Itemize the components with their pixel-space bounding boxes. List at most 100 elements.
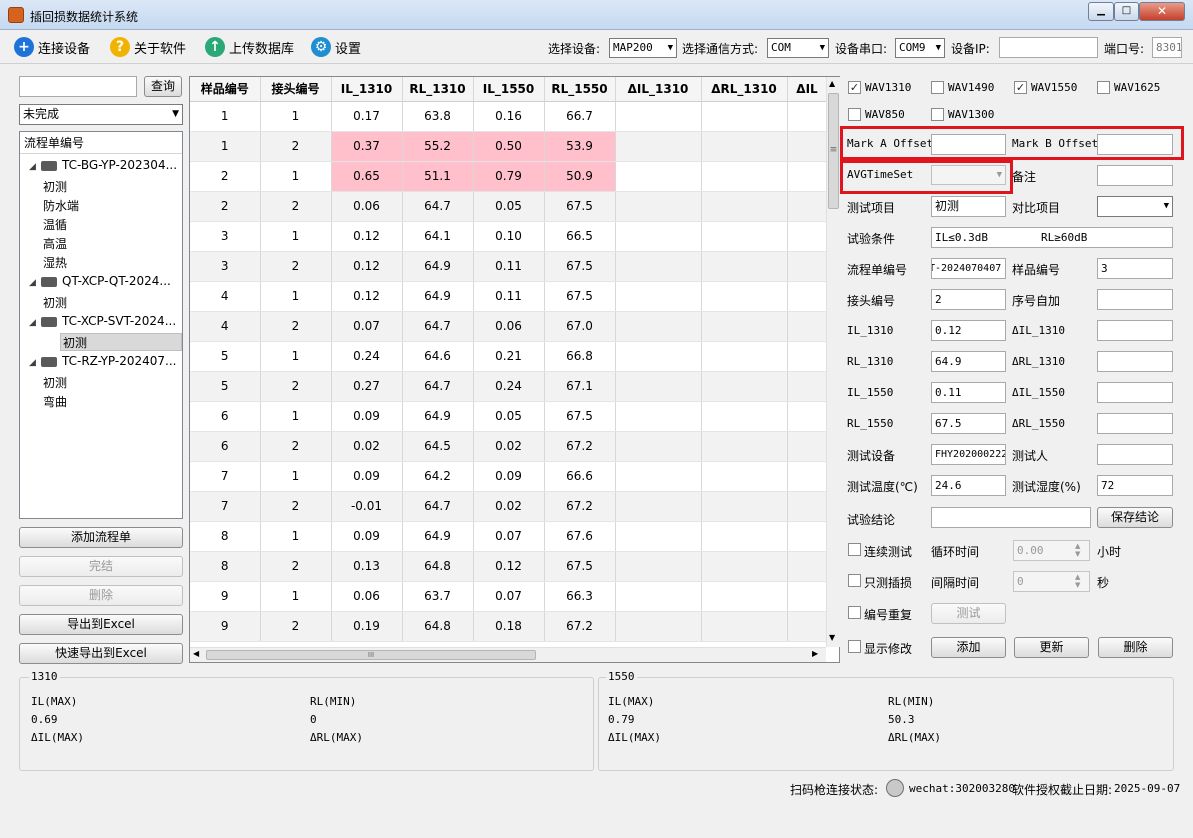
table-cell[interactable]	[787, 101, 828, 132]
table-cell[interactable]: 64.7	[402, 311, 474, 342]
table-cell[interactable]	[787, 191, 828, 222]
table-cell[interactable]	[615, 491, 702, 522]
table-cell[interactable]: 1	[260, 221, 332, 252]
column-header[interactable]: 样品编号	[190, 77, 261, 102]
comm-mode-select[interactable]: COM ▼	[767, 38, 829, 58]
column-header[interactable]: ΔRL_1310	[701, 77, 788, 102]
table-cell[interactable]	[701, 581, 788, 612]
table-cell[interactable]: 66.8	[544, 341, 616, 372]
table-cell[interactable]: 5	[190, 371, 261, 402]
table-cell[interactable]: 67.5	[544, 401, 616, 432]
table-row[interactable]: 7 2 -0.01 64.7 0.02 67.2	[190, 491, 828, 522]
table-cell[interactable]: 51.1	[402, 161, 474, 192]
search-input[interactable]	[19, 76, 137, 97]
expand-icon[interactable]: ◢	[29, 278, 41, 288]
flow-number-input[interactable]: T-2024070407	[931, 258, 1006, 279]
scroll-down-icon[interactable]: ▼	[829, 633, 835, 642]
table-cell[interactable]: 5	[190, 341, 261, 372]
test-condition-input[interactable]: IL≤0.3dB RL≥60dB	[931, 227, 1173, 248]
mark-a-offset-input[interactable]	[931, 134, 1006, 155]
table-cell[interactable]	[787, 431, 828, 462]
table-row[interactable]: 7 1 0.09 64.2 0.09 66.6	[190, 461, 828, 492]
serial-port-select[interactable]: COM9 ▼	[895, 38, 945, 58]
status-filter-select[interactable]: 未完成 ▼	[19, 104, 183, 125]
device-ip-input[interactable]	[999, 37, 1098, 58]
tree-child-selected[interactable]: 初测	[60, 333, 182, 351]
delta-il1550-input[interactable]	[1097, 382, 1173, 403]
wav-checkbox[interactable]	[931, 81, 944, 94]
wav-checkbox[interactable]	[931, 108, 944, 121]
export-excel-button[interactable]: 导出到Excel	[19, 614, 183, 635]
table-cell[interactable]: 66.3	[544, 581, 616, 612]
table-cell[interactable]	[615, 551, 702, 582]
table-cell[interactable]: 0.02	[473, 431, 545, 462]
table-cell[interactable]	[701, 191, 788, 222]
table-cell[interactable]	[701, 401, 788, 432]
tree-child[interactable]: 湿热	[43, 254, 67, 271]
table-cell[interactable]: 63.7	[402, 581, 474, 612]
table-cell[interactable]	[615, 101, 702, 132]
table-cell[interactable]	[701, 251, 788, 282]
table-row[interactable]: 3 2 0.12 64.9 0.11 67.5	[190, 251, 828, 282]
table-cell[interactable]: 64.7	[402, 371, 474, 402]
table-cell[interactable]: 2	[260, 131, 332, 162]
settings-button[interactable]: ⚙ 设置	[311, 36, 361, 58]
tree-child[interactable]: 温循	[43, 216, 67, 233]
table-cell[interactable]: 2	[260, 371, 332, 402]
table-cell[interactable]	[615, 611, 702, 642]
table-cell[interactable]: -0.01	[331, 491, 403, 522]
table-cell[interactable]	[615, 131, 702, 162]
tree-child[interactable]: 防水端	[43, 197, 79, 214]
table-cell[interactable]	[701, 341, 788, 372]
table-cell[interactable]: 1	[190, 101, 261, 132]
table-cell[interactable]: 6	[190, 431, 261, 462]
table-cell[interactable]: 63.8	[402, 101, 474, 132]
sample-number-input[interactable]: 3	[1097, 258, 1173, 279]
table-cell[interactable]: 67.0	[544, 311, 616, 342]
table-cell[interactable]	[615, 371, 702, 402]
table-cell[interactable]	[615, 191, 702, 222]
table-cell[interactable]: 0.02	[473, 491, 545, 522]
table-row[interactable]: 1 2 0.37 55.2 0.50 53.9	[190, 131, 828, 162]
table-cell[interactable]: 0.18	[473, 611, 545, 642]
table-cell[interactable]: 0.07	[473, 581, 545, 612]
table-cell[interactable]: 67.5	[544, 281, 616, 312]
table-cell[interactable]: 53.9	[544, 131, 616, 162]
table-cell[interactable]: 0.11	[473, 251, 545, 282]
table-cell[interactable]: 1	[260, 101, 332, 132]
table-cell[interactable]: 2	[190, 191, 261, 222]
remark-input[interactable]	[1097, 165, 1173, 186]
column-header[interactable]: IL_1310	[331, 77, 403, 102]
table-cell[interactable]: 0.09	[331, 461, 403, 492]
query-button[interactable]: 查询	[144, 76, 182, 97]
table-cell[interactable]	[787, 341, 828, 372]
table-cell[interactable]: 64.6	[402, 341, 474, 372]
table-row[interactable]: 5 1 0.24 64.6 0.21 66.8	[190, 341, 828, 372]
table-row[interactable]: 2 1 0.65 51.1 0.79 50.9	[190, 161, 828, 192]
table-cell[interactable]	[787, 521, 828, 552]
table-cell[interactable]: 0.24	[331, 341, 403, 372]
il-only-checkbox[interactable]	[848, 574, 861, 587]
save-conclusion-button[interactable]: 保存结论	[1097, 507, 1173, 528]
table-row[interactable]: 6 2 0.02 64.5 0.02 67.2	[190, 431, 828, 462]
table-cell[interactable]: 0.19	[331, 611, 403, 642]
table-cell[interactable]: 0.13	[331, 551, 403, 582]
table-cell[interactable]: 64.8	[402, 611, 474, 642]
table-cell[interactable]: 50.9	[544, 161, 616, 192]
table-cell[interactable]: 0.07	[473, 521, 545, 552]
spinner-arrows-icon[interactable]: ▲ ▼	[1075, 573, 1080, 589]
scroll-left-icon[interactable]: ◀	[193, 649, 199, 658]
table-cell[interactable]: 0.10	[473, 221, 545, 252]
table-cell[interactable]: 66.6	[544, 461, 616, 492]
table-cell[interactable]: 1	[260, 401, 332, 432]
table-cell[interactable]	[615, 461, 702, 492]
table-cell[interactable]: 0.02	[331, 431, 403, 462]
table-row[interactable]: 5 2 0.27 64.7 0.24 67.1	[190, 371, 828, 402]
table-cell[interactable]: 0.12	[331, 251, 403, 282]
tree-child[interactable]: 高温	[43, 235, 67, 252]
table-cell[interactable]: 2	[260, 611, 332, 642]
tree-node-4[interactable]: ◢ TC-RZ-YP-202407...	[29, 354, 176, 368]
tree-child[interactable]: 弯曲	[43, 393, 67, 410]
table-cell[interactable]: 67.5	[544, 191, 616, 222]
delta-rl1550-input[interactable]	[1097, 413, 1173, 434]
